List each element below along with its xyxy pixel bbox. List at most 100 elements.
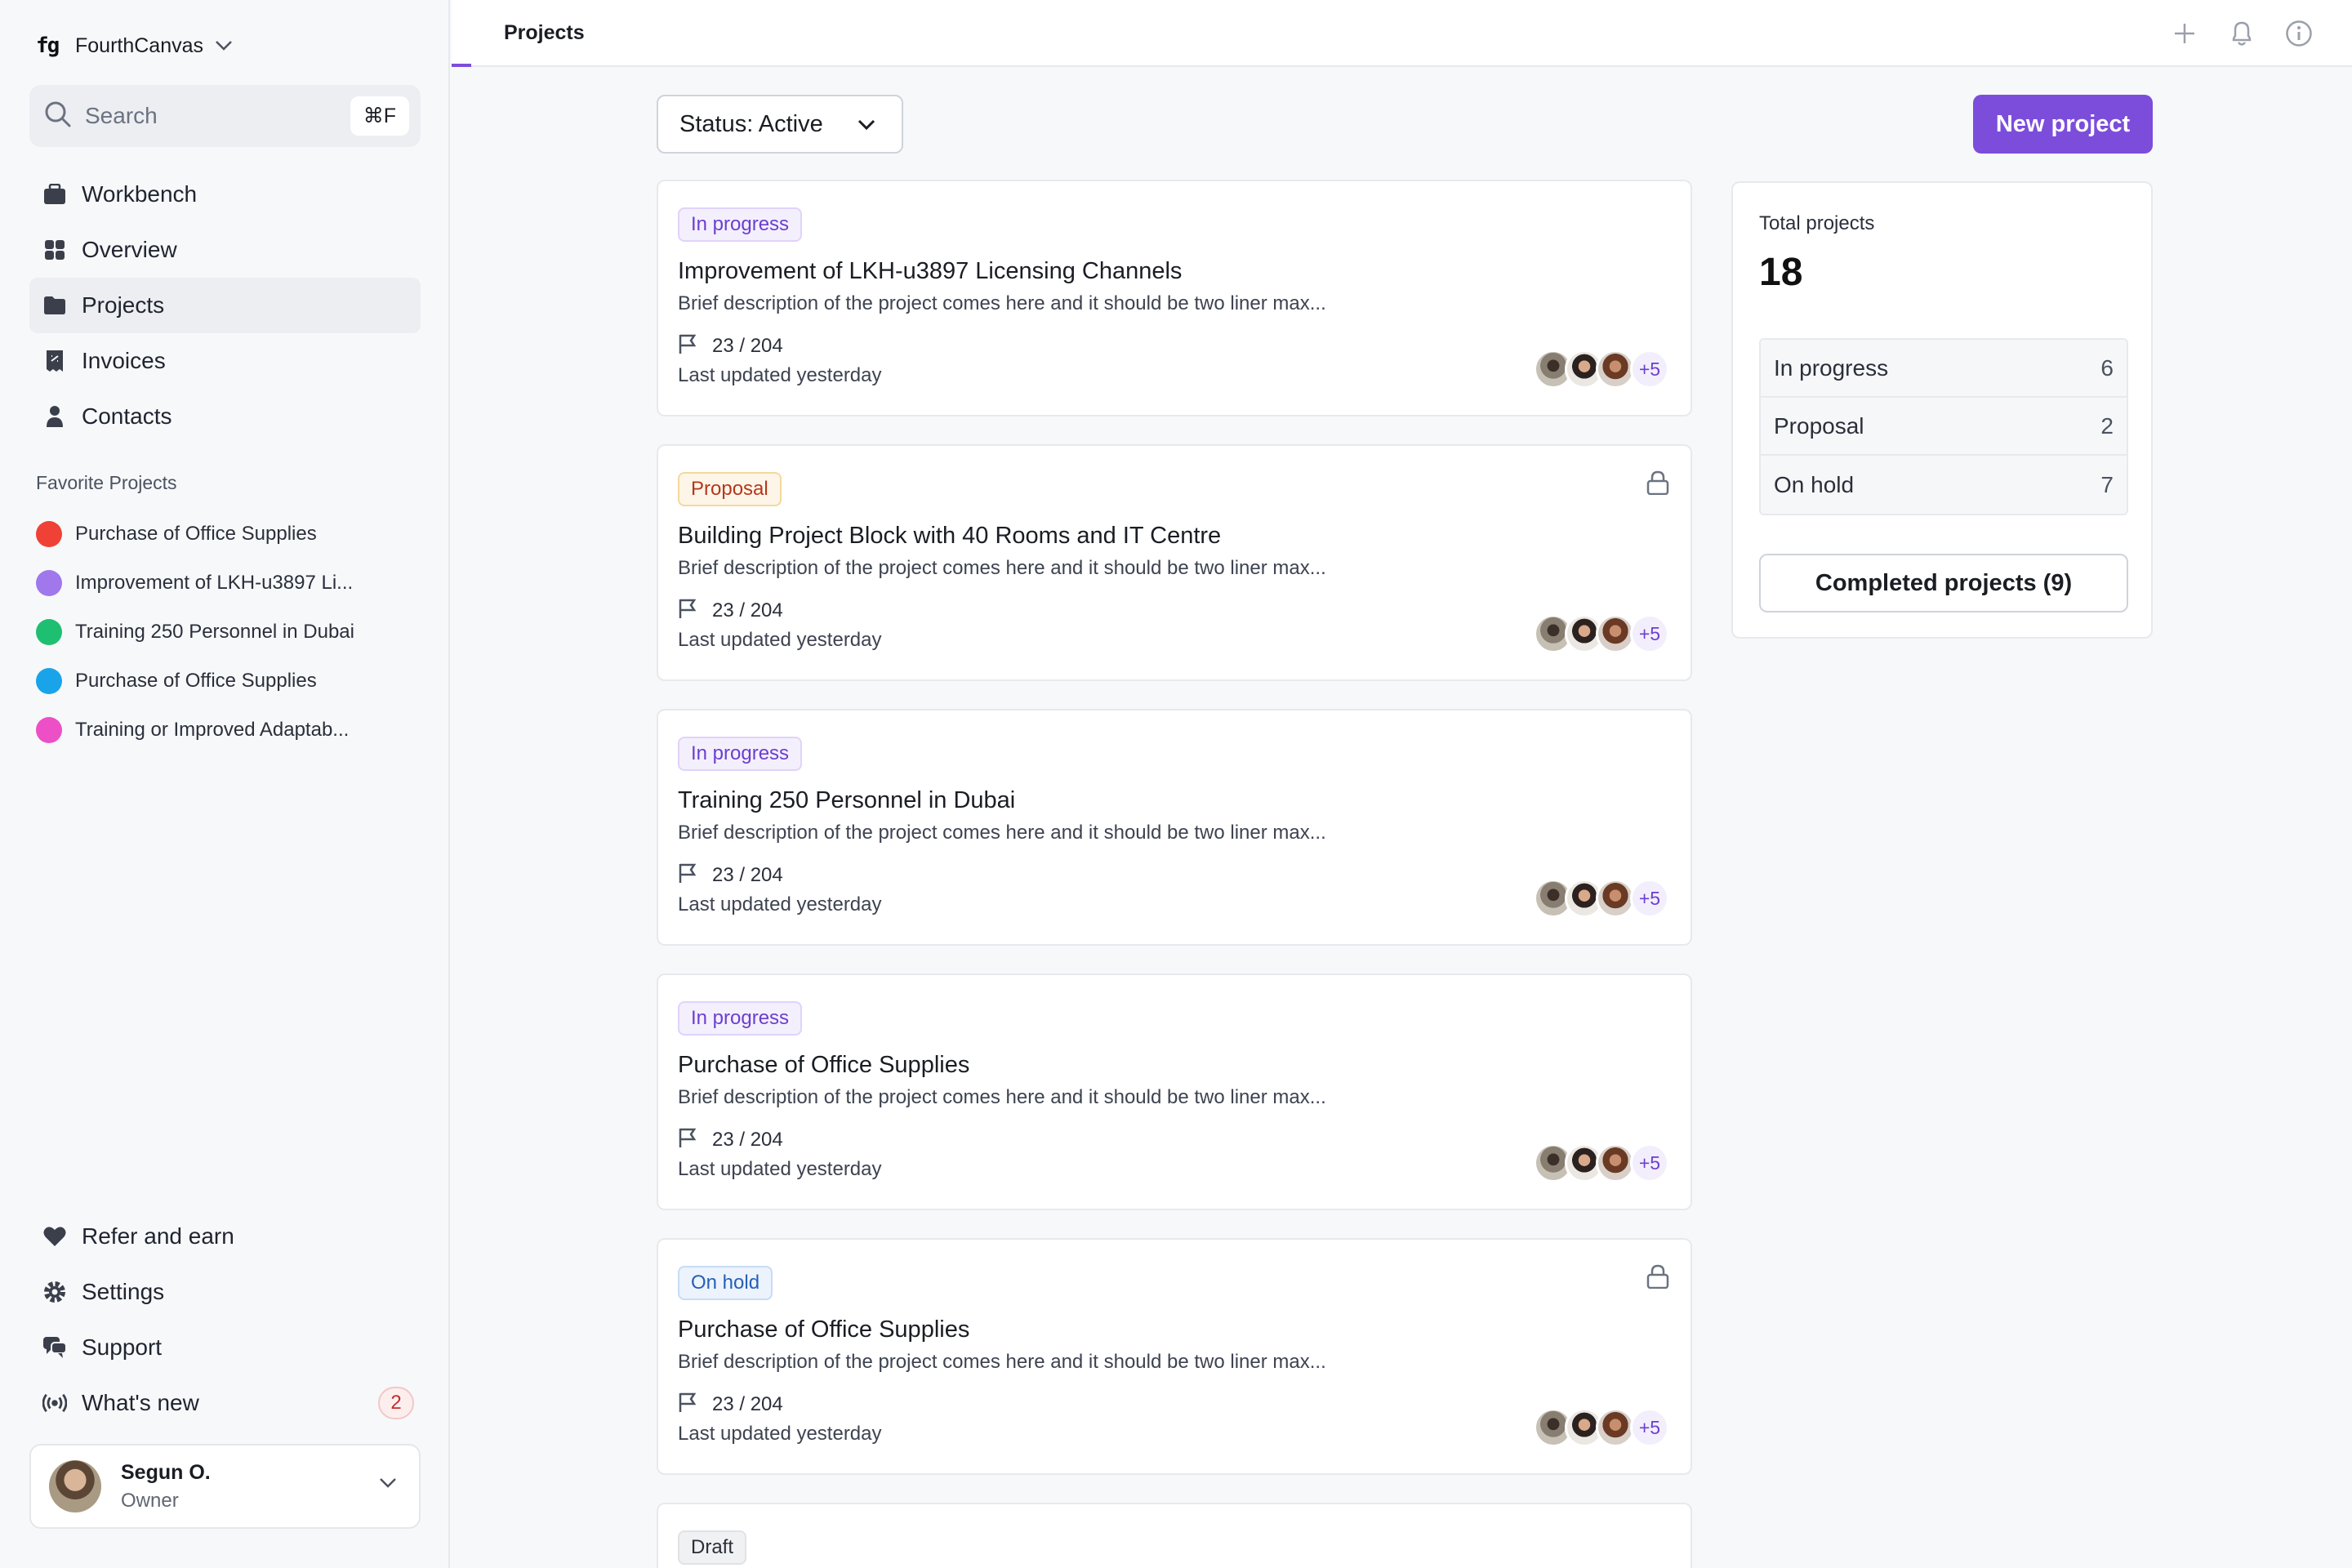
nav-label: Refer and earn bbox=[82, 1223, 234, 1249]
project-meta: 23 / 204 bbox=[678, 1392, 783, 1417]
nav-item-support[interactable]: Support bbox=[29, 1320, 421, 1375]
stat-row-on-hold[interactable]: On hold 7 bbox=[1761, 456, 2127, 514]
avatar bbox=[1596, 1143, 1635, 1183]
nav-item-projects[interactable]: Projects bbox=[29, 278, 421, 333]
favorites-list: Purchase of Office Supplies Improvement … bbox=[36, 510, 412, 755]
last-updated: Last updated yesterday bbox=[678, 364, 882, 386]
nav-label: Projects bbox=[82, 292, 165, 318]
nav-item-contacts[interactable]: Contacts bbox=[29, 389, 421, 444]
top-bar: Projects bbox=[452, 0, 2352, 67]
last-updated: Last updated yesterday bbox=[678, 629, 882, 651]
nav-item-workbench[interactable]: Workbench bbox=[29, 167, 421, 222]
more-members-count: +5 bbox=[1630, 1143, 1669, 1183]
member-avatars[interactable]: +5 bbox=[1534, 614, 1669, 653]
status-filter-label: Status: Active bbox=[679, 110, 823, 137]
favorite-item[interactable]: Improvement of LKH-u3897 Li... bbox=[36, 559, 412, 608]
project-card[interactable]: Draft bbox=[657, 1503, 1692, 1568]
member-avatars[interactable]: +5 bbox=[1534, 1143, 1669, 1183]
project-list: In progress Improvement of LKH-u3897 Lic… bbox=[657, 180, 1692, 1568]
status-badge: Proposal bbox=[678, 472, 782, 506]
last-updated: Last updated yesterday bbox=[678, 1158, 882, 1180]
favorite-item[interactable]: Purchase of Office Supplies bbox=[36, 510, 412, 559]
project-card[interactable]: Proposal Building Project Block with 40 … bbox=[657, 444, 1692, 681]
avatar bbox=[1596, 614, 1635, 653]
last-updated: Last updated yesterday bbox=[678, 893, 882, 915]
lock-icon[interactable] bbox=[1646, 470, 1669, 499]
tab-projects[interactable]: Projects bbox=[504, 21, 585, 45]
project-title: Training 250 Personnel in Dubai bbox=[678, 787, 1016, 813]
chat-icon bbox=[42, 1335, 67, 1360]
project-card[interactable]: In progress Improvement of LKH-u3897 Lic… bbox=[657, 180, 1692, 416]
project-card[interactable]: In progress Training 250 Personnel in Du… bbox=[657, 709, 1692, 946]
favorites-title: Favorite Projects bbox=[36, 472, 177, 493]
more-members-count: +5 bbox=[1630, 1408, 1669, 1447]
project-description: Brief description of the project comes h… bbox=[678, 822, 1326, 844]
nav-item-refer[interactable]: Refer and earn bbox=[29, 1209, 421, 1264]
avatar bbox=[1596, 879, 1635, 918]
flag-icon bbox=[678, 1392, 697, 1417]
project-meta: 23 / 204 bbox=[678, 862, 783, 888]
favorite-item[interactable]: Purchase of Office Supplies bbox=[36, 657, 412, 706]
flag-icon bbox=[678, 1127, 697, 1152]
stat-row-proposal[interactable]: Proposal 2 bbox=[1761, 398, 2127, 456]
nav-item-whats-new[interactable]: What's new 2 bbox=[29, 1375, 421, 1431]
summary-total: 18 bbox=[1759, 251, 1803, 294]
stat-value: 2 bbox=[2100, 412, 2114, 439]
sidebar: fg FourthCanvas Search ⌘F Workbench Over… bbox=[0, 0, 450, 1568]
nav-label: What's new bbox=[82, 1390, 199, 1415]
search-input[interactable]: Search ⌘F bbox=[29, 85, 421, 147]
project-meta: 23 / 204 bbox=[678, 333, 783, 359]
project-title: Purchase of Office Supplies bbox=[678, 1052, 970, 1078]
last-updated: Last updated yesterday bbox=[678, 1423, 882, 1445]
flag-icon bbox=[678, 862, 697, 888]
nav-item-settings[interactable]: Settings bbox=[29, 1264, 421, 1320]
project-card[interactable]: On hold Purchase of Office Supplies Brie… bbox=[657, 1238, 1692, 1475]
nav-label: Invoices bbox=[82, 348, 166, 373]
status-breakdown: In progress 6 Proposal 2 On hold 7 bbox=[1759, 338, 2128, 515]
new-project-button[interactable]: New project bbox=[1973, 95, 2153, 154]
user-menu[interactable]: Segun O. Owner bbox=[29, 1444, 421, 1529]
status-filter-dropdown[interactable]: Status: Active bbox=[657, 95, 903, 154]
bell-icon[interactable] bbox=[2226, 18, 2257, 49]
lock-icon[interactable] bbox=[1646, 1264, 1669, 1293]
nav-label: Settings bbox=[82, 1279, 165, 1304]
folder-icon bbox=[42, 293, 67, 318]
chevron-down-icon bbox=[856, 114, 877, 140]
invoice-icon bbox=[42, 349, 67, 373]
nav-item-overview[interactable]: Overview bbox=[29, 222, 421, 278]
workspace-switcher[interactable]: fg FourthCanvas bbox=[36, 28, 233, 64]
stat-label: Proposal bbox=[1774, 412, 1864, 439]
milestone-count: 23 / 204 bbox=[712, 863, 783, 886]
favorite-label: Training 250 Personnel in Dubai bbox=[75, 621, 354, 643]
member-avatars[interactable]: +5 bbox=[1534, 350, 1669, 389]
favorite-item[interactable]: Training or Improved Adaptab... bbox=[36, 706, 412, 755]
info-icon[interactable] bbox=[2283, 18, 2314, 49]
more-members-count: +5 bbox=[1630, 350, 1669, 389]
milestone-count: 23 / 204 bbox=[712, 1392, 783, 1415]
nav-item-invoices[interactable]: Invoices bbox=[29, 333, 421, 389]
member-avatars[interactable]: +5 bbox=[1534, 879, 1669, 918]
status-badge: In progress bbox=[678, 1001, 803, 1036]
nav-label: Contacts bbox=[82, 403, 172, 429]
project-description: Brief description of the project comes h… bbox=[678, 292, 1326, 314]
plus-icon[interactable] bbox=[2169, 18, 2200, 49]
summary-title: Total projects bbox=[1759, 212, 1875, 234]
person-icon bbox=[42, 404, 67, 429]
flag-icon bbox=[678, 333, 697, 359]
main-nav: Workbench Overview Projects Invoices Con… bbox=[29, 167, 421, 444]
search-placeholder: Search bbox=[85, 103, 158, 128]
heart-icon bbox=[42, 1224, 67, 1249]
nav-label: Workbench bbox=[82, 181, 198, 207]
search-shortcut: ⌘F bbox=[350, 96, 409, 136]
top-actions bbox=[2169, 18, 2314, 49]
completed-projects-button[interactable]: Completed projects (9) bbox=[1759, 554, 2128, 612]
nav-label: Support bbox=[82, 1334, 163, 1360]
user-info: Segun O. Owner bbox=[121, 1461, 211, 1512]
favorite-item[interactable]: Training 250 Personnel in Dubai bbox=[36, 608, 412, 657]
briefcase-icon bbox=[42, 182, 67, 207]
milestone-count: 23 / 204 bbox=[712, 1128, 783, 1151]
stat-row-in-progress[interactable]: In progress 6 bbox=[1761, 340, 2127, 398]
project-card[interactable]: In progress Purchase of Office Supplies … bbox=[657, 973, 1692, 1210]
project-title: Building Project Block with 40 Rooms and… bbox=[678, 523, 1222, 549]
member-avatars[interactable]: +5 bbox=[1534, 1408, 1669, 1447]
